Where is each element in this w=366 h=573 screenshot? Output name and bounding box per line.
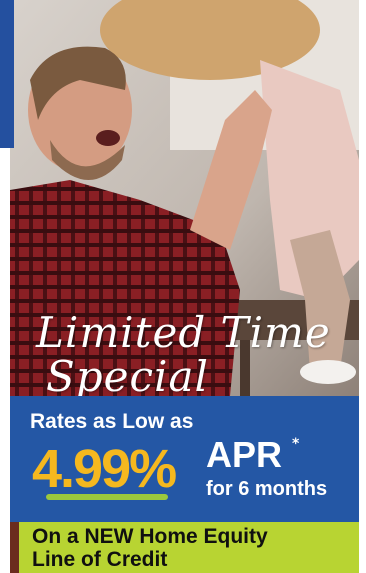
product-line-2: Line of Credit (32, 548, 168, 571)
product-stripe (10, 522, 19, 573)
rate-panel: Rates as Low as 4.99% APR * for 6 months (10, 396, 359, 522)
headline: Limited Time Special (36, 300, 346, 401)
rate-underline (46, 494, 168, 500)
rate-intro-text: Rates as Low as (30, 410, 194, 433)
headline-line-1: Limited Time (36, 308, 331, 357)
headline-line-2: Special (46, 352, 209, 401)
apr-label: APR (206, 434, 283, 475)
rate-value: 4.99% (32, 439, 177, 499)
term-label: for 6 months (206, 478, 328, 500)
product-line-1: On a NEW Home Equity (32, 525, 268, 548)
corner-accent (0, 0, 14, 148)
apr-asterisk: * (292, 436, 300, 452)
product-panel: On a NEW Home Equity Line of Credit (10, 522, 359, 573)
